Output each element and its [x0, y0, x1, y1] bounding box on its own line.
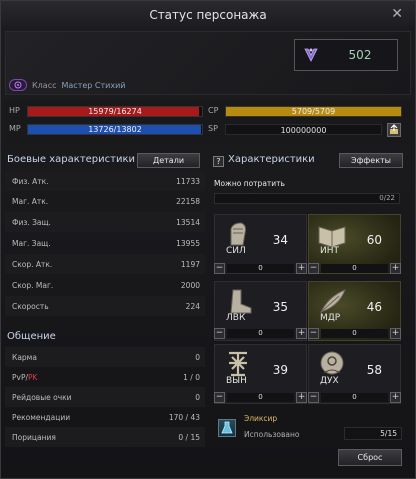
plus-button[interactable]: + [390, 392, 401, 403]
class-emblem-icon [9, 79, 27, 91]
stepper-int: − 0 + [308, 263, 401, 274]
minus-button[interactable]: − [214, 328, 225, 339]
combat-stats-title: Боевые характеристики [7, 154, 135, 165]
plus-button[interactable]: + [296, 392, 307, 403]
available-points-value: 0/22 [214, 193, 400, 204]
social-row: Карма 0 [5, 347, 205, 367]
mp-label: MP [9, 124, 21, 133]
details-button[interactable]: Детали [137, 153, 200, 168]
class-row: Класс Мастер Стихий [9, 78, 125, 92]
minus-button[interactable]: − [308, 263, 319, 274]
social-row: PvP/PK 1 / 0 [12, 372, 200, 382]
stat-row: Маг. Защ. 13955 [12, 238, 200, 248]
hp-label: HP [9, 106, 20, 115]
elixir-used-value: 5/15 [344, 427, 402, 440]
close-icon[interactable]: ✕ [391, 6, 403, 22]
social-title: Общение [7, 331, 56, 342]
plus-button[interactable]: + [390, 328, 401, 339]
window-title: Статус персонажа [149, 8, 267, 22]
effects-button[interactable]: Эффекты [339, 153, 403, 168]
cp-value: 5709/5709 [291, 107, 336, 116]
cp-label: CP [208, 106, 219, 115]
stat-row: Скорость 224 [5, 296, 205, 316]
hp-value: 15979/16274 [88, 107, 142, 116]
social-row: Рейдовые очки 0 [5, 387, 205, 407]
plus-button[interactable]: + [296, 263, 307, 274]
minus-button[interactable]: − [214, 392, 225, 403]
stepper-str: − 0 + [214, 263, 307, 274]
stepper-men: − 0 + [308, 392, 401, 403]
sp-label: SP [208, 124, 218, 133]
minus-button[interactable]: − [214, 263, 225, 274]
stat-row: Физ. Атк. 11733 [5, 171, 205, 191]
sp-use-button[interactable] [387, 123, 401, 137]
stepper-con: − 0 + [214, 392, 307, 403]
hp-bar: 15979/16274 [27, 106, 203, 117]
plus-button[interactable]: + [390, 263, 401, 274]
social-row: Порицания 0 / 15 [5, 427, 205, 447]
class-label: Класс [32, 80, 57, 90]
elixir-name: Эликсир [244, 414, 278, 423]
combat-power-value: 502 [348, 48, 372, 62]
attributes-title: Характеристики [228, 154, 315, 165]
stat-row: Скор. Маг. 2000 [12, 280, 200, 290]
available-points-label: Можно потратить [214, 179, 285, 188]
help-icon[interactable]: ? [213, 156, 224, 167]
cp-bar: 5709/5709 [225, 106, 402, 117]
combat-power-box: 502 [294, 39, 398, 71]
sp-value: 100000000 [225, 124, 382, 135]
reset-button[interactable]: Сброс [338, 449, 402, 466]
elixir-icon [218, 419, 236, 437]
power-crest-icon [299, 43, 323, 67]
social-row: Рекомендации 170 / 43 [12, 412, 200, 422]
mp-value: 13726/13802 [88, 125, 142, 134]
minus-button[interactable]: − [308, 328, 319, 339]
character-status-window: Статус персонажа ✕ 502 Класс Мастер Стих… [0, 0, 416, 479]
elixir-used-label: Использовано [244, 430, 300, 439]
window-titlebar[interactable]: Статус персонажа ✕ [1, 1, 415, 29]
stepper-wit: − 0 + [308, 328, 401, 339]
stepper-dex: − 0 + [214, 328, 307, 339]
stat-row: Физ. Защ. 13514 [5, 212, 205, 232]
mp-bar: 13726/13802 [27, 124, 203, 135]
stat-row: Скор. Атк. 1197 [5, 254, 205, 274]
plus-button[interactable]: + [296, 328, 307, 339]
stat-row: Маг. Атк. 22158 [12, 196, 200, 206]
class-value: Мастер Стихий [61, 80, 126, 90]
minus-button[interactable]: − [308, 392, 319, 403]
